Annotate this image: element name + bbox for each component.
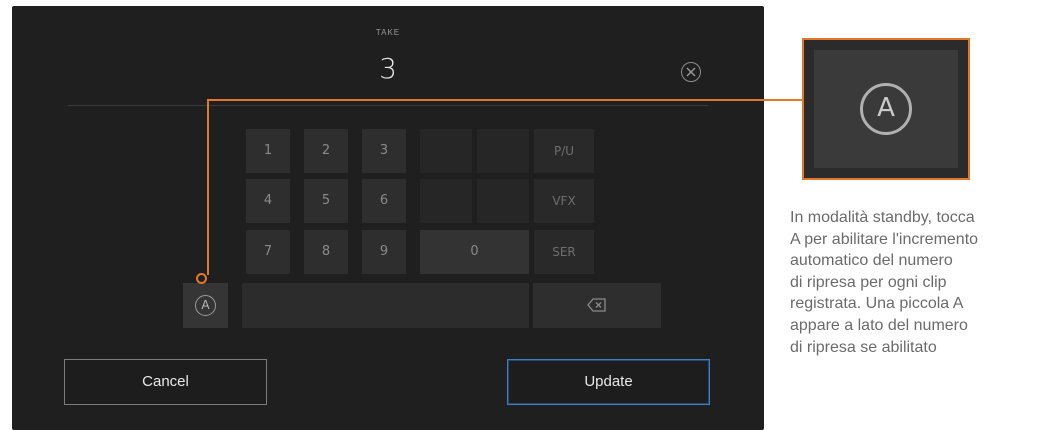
key-pickup[interactable]: P/U (534, 129, 594, 173)
caption-line: A per abilitare l'incremento (790, 230, 979, 248)
key-1[interactable]: 1 (246, 129, 290, 173)
blank-key (420, 179, 472, 223)
key-6[interactable]: 6 (362, 179, 406, 223)
clear-icon[interactable] (681, 62, 701, 82)
blank-key (420, 129, 472, 173)
caption-line: di ripresa per ogni clip (790, 273, 947, 291)
caption-line: automatico del numero (790, 252, 953, 270)
callout-line (207, 99, 804, 101)
key-0[interactable]: 0 (420, 230, 529, 274)
key-8[interactable]: 8 (304, 230, 348, 274)
key-vfx[interactable]: VFX (534, 179, 594, 223)
key-4[interactable]: 4 (246, 179, 290, 223)
caption-line: appare a lato del numero (790, 316, 968, 334)
key-3[interactable]: 3 (362, 129, 406, 173)
update-button[interactable]: Update (507, 359, 710, 405)
zoom-inner: A (814, 50, 958, 168)
callout-dot (196, 273, 207, 284)
take-editor-screen: TAKE 3 1 2 3 P/U 4 5 6 VFX 7 8 9 0 SER A… (12, 6, 764, 430)
auto-increment-icon-zoomed: A (860, 83, 912, 135)
blank-key (477, 179, 529, 223)
zoom-inset: A (802, 38, 970, 180)
take-value: 3 (379, 52, 397, 85)
caption-line: registrata. Una piccola A (790, 295, 964, 313)
callout-line (207, 99, 209, 275)
key-9[interactable]: 9 (362, 230, 406, 274)
divider (68, 105, 708, 106)
blank-key (477, 129, 529, 173)
key-5[interactable]: 5 (304, 179, 348, 223)
take-label: TAKE (375, 28, 401, 37)
auto-increment-button[interactable]: A (183, 283, 228, 328)
key-2[interactable]: 2 (304, 129, 348, 173)
backspace-icon (587, 298, 606, 312)
cancel-button[interactable]: Cancel (64, 359, 267, 405)
caption-line: In modalità standby, tocca (790, 209, 975, 226)
auto-increment-icon: A (195, 295, 216, 316)
take-text-field[interactable] (242, 283, 529, 328)
caption-text: In modalità standby, tocca A per abilita… (790, 207, 1056, 358)
key-series[interactable]: SER (534, 230, 594, 274)
caption-line: di ripresa se abilitato (790, 338, 937, 356)
backspace-button[interactable] (533, 283, 661, 328)
key-7[interactable]: 7 (246, 230, 290, 274)
